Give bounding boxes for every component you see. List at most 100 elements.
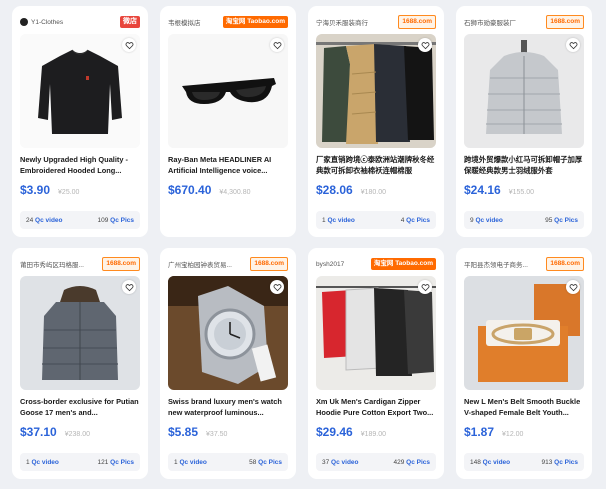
qc-stats: 1 Qc video 4 Qc Pics bbox=[316, 211, 436, 229]
seller-name[interactable]: 韦根模拟店 bbox=[168, 17, 220, 27]
product-image[interactable] bbox=[464, 34, 584, 148]
price-row: $3.90 ¥25.00 bbox=[20, 183, 79, 197]
card-header: 宁海贝禾服装商行 1688.com bbox=[316, 15, 436, 29]
price: $3.90 bbox=[20, 183, 51, 197]
product-title[interactable]: Xm Uk Men's Cardigan Zipper Hoodie Pure … bbox=[316, 396, 436, 418]
qc-stats: 148 Qc video 913 Qc Pics bbox=[464, 453, 584, 471]
qc-pics-link[interactable]: 58 Qc Pics bbox=[249, 459, 282, 466]
product-title[interactable]: Swiss brand luxury men's watch new water… bbox=[168, 396, 288, 418]
product-image[interactable] bbox=[316, 34, 436, 148]
qc-pics-link[interactable]: 95 Qc Pics bbox=[545, 217, 578, 224]
product-image[interactable] bbox=[20, 34, 140, 148]
product-title[interactable]: New L Men's Belt Smooth Buckle V-shaped … bbox=[464, 396, 584, 418]
price: $1.87 bbox=[464, 425, 495, 439]
product-title[interactable]: 厂家直销跨境ⓒ泰欧洲站潮牌秋冬经典款可拆卸衣袖棉袄连帽棉服 bbox=[316, 154, 436, 176]
qc-video-link[interactable]: 1 Qc video bbox=[26, 459, 59, 466]
product-card[interactable]: bysh2017 淘宝网 Taobao.com Xm Uk Men's Card… bbox=[308, 248, 444, 479]
favorite-heart-icon[interactable] bbox=[418, 280, 432, 294]
qc-video-link[interactable]: 1 Qc video bbox=[174, 459, 207, 466]
platform-badge: 1688.com bbox=[250, 257, 288, 271]
product-image[interactable] bbox=[316, 276, 436, 390]
favorite-heart-icon[interactable] bbox=[418, 38, 432, 52]
qc-pics-link[interactable]: 913 Qc Pics bbox=[541, 459, 578, 466]
product-card[interactable]: Y1-Clothes 微店 Newly Upgraded High Qualit… bbox=[12, 6, 148, 237]
product-card[interactable]: 广州宝柏园钟表贸易... 1688.com Swiss brand luxury… bbox=[160, 248, 296, 479]
card-header: 韦根模拟店 淘宝网 Taobao.com bbox=[168, 15, 288, 29]
price: $5.85 bbox=[168, 425, 199, 439]
product-image[interactable] bbox=[464, 276, 584, 390]
qc-video-link[interactable]: 1 Qc video bbox=[322, 217, 355, 224]
product-image[interactable] bbox=[20, 276, 140, 390]
qc-pics-link[interactable]: 4 Qc Pics bbox=[401, 217, 430, 224]
platform-badge: 微店 bbox=[120, 16, 140, 28]
platform-badge: 1688.com bbox=[398, 15, 436, 29]
seller-name[interactable]: 平阳县杰领电子商务... bbox=[464, 259, 543, 269]
price-row: $670.40 ¥4,300.80 bbox=[168, 183, 251, 197]
price-row: $37.10 ¥238.00 bbox=[20, 425, 90, 439]
price: $29.46 bbox=[316, 425, 353, 439]
qc-stats: 1 Qc video 121 Qc Pics bbox=[20, 453, 140, 471]
product-title[interactable]: Ray-Ban Meta HEADLINER AI Artificial Int… bbox=[168, 154, 288, 176]
original-price: ¥155.00 bbox=[508, 189, 535, 196]
qc-video-link[interactable]: 37 Qc video bbox=[322, 459, 359, 466]
product-title[interactable]: Cross-border exclusive for Putian Goose … bbox=[20, 396, 140, 418]
original-price: ¥189.00 bbox=[360, 431, 387, 438]
favorite-heart-icon[interactable] bbox=[566, 38, 580, 52]
product-card[interactable]: 韦根模拟店 淘宝网 Taobao.com Ray-Ban Meta HEADLI… bbox=[160, 6, 296, 237]
product-image[interactable] bbox=[168, 276, 288, 390]
price: $37.10 bbox=[20, 425, 57, 439]
qc-pics-link[interactable]: 109 Qc Pics bbox=[97, 217, 134, 224]
product-image[interactable] bbox=[168, 34, 288, 148]
favorite-heart-icon[interactable] bbox=[566, 280, 580, 294]
product-card[interactable]: 石狮市勋豪服装厂 1688.com 跨境外贸爆款小红马可拆卸帽子加厚保暖经典款男… bbox=[456, 6, 592, 237]
favorite-heart-icon[interactable] bbox=[122, 38, 136, 52]
qc-video-link[interactable]: 24 Qc video bbox=[26, 217, 63, 224]
qc-pics-link[interactable]: 429 Qc Pics bbox=[393, 459, 430, 466]
favorite-heart-icon[interactable] bbox=[270, 280, 284, 294]
seller-name[interactable]: Y1-Clothes bbox=[20, 18, 117, 26]
original-price: ¥4,300.80 bbox=[219, 189, 251, 196]
product-title[interactable]: 跨境外贸爆款小红马可拆卸帽子加厚保暖经典款男士羽绒服外套 bbox=[464, 154, 584, 176]
original-price: ¥238.00 bbox=[64, 431, 91, 438]
card-header: 广州宝柏园钟表贸易... 1688.com bbox=[168, 257, 288, 271]
price-row: $28.06 ¥180.00 bbox=[316, 183, 386, 197]
platform-badge: 1688.com bbox=[546, 15, 584, 29]
seller-name[interactable]: 莆田市秀屿区玛格服... bbox=[20, 259, 99, 269]
platform-badge: 1688.com bbox=[102, 257, 140, 271]
card-header: 石狮市勋豪服装厂 1688.com bbox=[464, 15, 584, 29]
card-header: 莆田市秀屿区玛格服... 1688.com bbox=[20, 257, 140, 271]
qc-pics-link[interactable]: 121 Qc Pics bbox=[97, 459, 134, 466]
favorite-heart-icon[interactable] bbox=[122, 280, 136, 294]
price: $28.06 bbox=[316, 183, 353, 197]
original-price: ¥12.00 bbox=[502, 431, 524, 438]
product-grid: Y1-Clothes 微店 Newly Upgraded High Qualit… bbox=[12, 6, 604, 479]
qc-video-link[interactable]: 9 Qc video bbox=[470, 217, 503, 224]
seller-name[interactable]: 宁海贝禾服装商行 bbox=[316, 17, 395, 27]
product-card[interactable]: 莆田市秀屿区玛格服... 1688.com Cross-border exclu… bbox=[12, 248, 148, 479]
product-card[interactable]: 宁海贝禾服装商行 1688.com 厂家直销跨境ⓒ泰欧洲站潮牌秋冬经典款可拆卸衣… bbox=[308, 6, 444, 237]
price: $670.40 bbox=[168, 183, 212, 197]
platform-badge: 1688.com bbox=[546, 257, 584, 271]
card-header: Y1-Clothes 微店 bbox=[20, 15, 140, 29]
price-row: $1.87 ¥12.00 bbox=[464, 425, 523, 439]
product-title[interactable]: Newly Upgraded High Quality - Embroidere… bbox=[20, 154, 140, 176]
product-card[interactable]: 平阳县杰领电子商务... 1688.com New L Men's Belt S… bbox=[456, 248, 592, 479]
qc-stats: 1 Qc video 58 Qc Pics bbox=[168, 453, 288, 471]
qc-video-link[interactable]: 148 Qc video bbox=[470, 459, 510, 466]
platform-badge: 淘宝网 Taobao.com bbox=[222, 16, 288, 28]
price-row: $24.16 ¥155.00 bbox=[464, 183, 534, 197]
original-price: ¥25.00 bbox=[58, 189, 80, 196]
card-header: bysh2017 淘宝网 Taobao.com bbox=[316, 257, 436, 271]
favorite-heart-icon[interactable] bbox=[270, 38, 284, 52]
seller-avatar bbox=[20, 18, 28, 26]
seller-name[interactable]: bysh2017 bbox=[316, 261, 368, 268]
card-header: 平阳县杰领电子商务... 1688.com bbox=[464, 257, 584, 271]
qc-stats: 9 Qc video 95 Qc Pics bbox=[464, 211, 584, 229]
price-row: $5.85 ¥37.50 bbox=[168, 425, 227, 439]
price: $24.16 bbox=[464, 183, 501, 197]
seller-name[interactable]: 广州宝柏园钟表贸易... bbox=[168, 259, 247, 269]
seller-name[interactable]: 石狮市勋豪服装厂 bbox=[464, 17, 543, 27]
original-price: ¥180.00 bbox=[360, 189, 387, 196]
qc-stats: 24 Qc video 109 Qc Pics bbox=[20, 211, 140, 229]
qc-stats: 37 Qc video 429 Qc Pics bbox=[316, 453, 436, 471]
